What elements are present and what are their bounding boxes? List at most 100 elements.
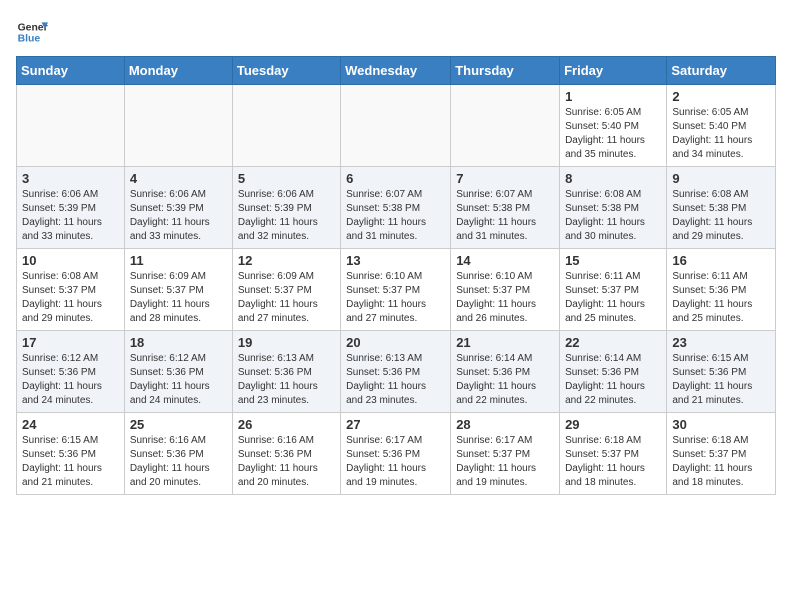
day-header-friday: Friday <box>560 57 667 85</box>
day-info: Sunrise: 6:09 AM Sunset: 5:37 PM Dayligh… <box>238 270 335 326</box>
day-number: 7 <box>456 171 554 186</box>
day-number: 12 <box>238 253 335 268</box>
calendar-cell: 16 Sunrise: 6:11 AM Sunset: 5:36 PM Dayli… <box>667 249 776 331</box>
day-number: 24 <box>22 417 119 432</box>
calendar-cell <box>124 85 232 167</box>
day-number: 15 <box>565 253 661 268</box>
calendar-header-row: SundayMondayTuesdayWednesdayThursdayFrid… <box>17 57 776 85</box>
day-info: Sunrise: 6:12 AM Sunset: 5:36 PM Dayligh… <box>130 352 227 408</box>
day-number: 3 <box>22 171 119 186</box>
day-info: Sunrise: 6:17 AM Sunset: 5:37 PM Dayligh… <box>456 434 554 490</box>
day-number: 13 <box>346 253 445 268</box>
day-info: Sunrise: 6:16 AM Sunset: 5:36 PM Dayligh… <box>238 434 335 490</box>
calendar-cell: 30 Sunrise: 6:18 AM Sunset: 5:37 PM Dayli… <box>667 413 776 495</box>
calendar-cell: 8 Sunrise: 6:08 AM Sunset: 5:38 PM Daylig… <box>560 167 667 249</box>
day-number: 23 <box>672 335 770 350</box>
calendar-cell: 23 Sunrise: 6:15 AM Sunset: 5:36 PM Dayli… <box>667 331 776 413</box>
day-info: Sunrise: 6:18 AM Sunset: 5:37 PM Dayligh… <box>565 434 661 490</box>
day-number: 11 <box>130 253 227 268</box>
day-info: Sunrise: 6:11 AM Sunset: 5:36 PM Dayligh… <box>672 270 770 326</box>
day-number: 21 <box>456 335 554 350</box>
day-info: Sunrise: 6:05 AM Sunset: 5:40 PM Dayligh… <box>672 106 770 162</box>
day-info: Sunrise: 6:13 AM Sunset: 5:36 PM Dayligh… <box>346 352 445 408</box>
calendar-cell <box>341 85 451 167</box>
day-info: Sunrise: 6:06 AM Sunset: 5:39 PM Dayligh… <box>130 188 227 244</box>
day-number: 4 <box>130 171 227 186</box>
calendar-cell: 13 Sunrise: 6:10 AM Sunset: 5:37 PM Dayli… <box>341 249 451 331</box>
day-info: Sunrise: 6:11 AM Sunset: 5:37 PM Dayligh… <box>565 270 661 326</box>
day-header-thursday: Thursday <box>451 57 560 85</box>
logo: General Blue <box>16 16 48 48</box>
calendar-cell: 18 Sunrise: 6:12 AM Sunset: 5:36 PM Dayli… <box>124 331 232 413</box>
day-info: Sunrise: 6:17 AM Sunset: 5:36 PM Dayligh… <box>346 434 445 490</box>
day-number: 10 <box>22 253 119 268</box>
day-info: Sunrise: 6:08 AM Sunset: 5:38 PM Dayligh… <box>565 188 661 244</box>
calendar-cell: 3 Sunrise: 6:06 AM Sunset: 5:39 PM Daylig… <box>17 167 125 249</box>
day-info: Sunrise: 6:12 AM Sunset: 5:36 PM Dayligh… <box>22 352 119 408</box>
calendar-cell: 6 Sunrise: 6:07 AM Sunset: 5:38 PM Daylig… <box>341 167 451 249</box>
day-number: 5 <box>238 171 335 186</box>
calendar-cell: 17 Sunrise: 6:12 AM Sunset: 5:36 PM Dayli… <box>17 331 125 413</box>
day-header-tuesday: Tuesday <box>232 57 340 85</box>
calendar-week-4: 17 Sunrise: 6:12 AM Sunset: 5:36 PM Dayli… <box>17 331 776 413</box>
day-header-sunday: Sunday <box>17 57 125 85</box>
day-info: Sunrise: 6:07 AM Sunset: 5:38 PM Dayligh… <box>346 188 445 244</box>
page-header: General Blue <box>16 16 776 48</box>
svg-text:Blue: Blue <box>18 34 41 45</box>
day-info: Sunrise: 6:05 AM Sunset: 5:40 PM Dayligh… <box>565 106 661 162</box>
day-number: 16 <box>672 253 770 268</box>
calendar-cell: 26 Sunrise: 6:16 AM Sunset: 5:36 PM Dayli… <box>232 413 340 495</box>
day-number: 30 <box>672 417 770 432</box>
calendar-cell: 28Sunrise: 6:17 AM Sunset: 5:37 PM Dayli… <box>451 413 560 495</box>
day-info: Sunrise: 6:14 AM Sunset: 5:36 PM Dayligh… <box>565 352 661 408</box>
day-header-wednesday: Wednesday <box>341 57 451 85</box>
calendar-cell: 15 Sunrise: 6:11 AM Sunset: 5:37 PM Dayli… <box>560 249 667 331</box>
day-info: Sunrise: 6:06 AM Sunset: 5:39 PM Dayligh… <box>238 188 335 244</box>
calendar-cell: 4 Sunrise: 6:06 AM Sunset: 5:39 PM Daylig… <box>124 167 232 249</box>
calendar-cell: 12 Sunrise: 6:09 AM Sunset: 5:37 PM Dayli… <box>232 249 340 331</box>
calendar-cell: 2 Sunrise: 6:05 AM Sunset: 5:40 PM Daylig… <box>667 85 776 167</box>
day-number: 6 <box>346 171 445 186</box>
day-info: Sunrise: 6:13 AM Sunset: 5:36 PM Dayligh… <box>238 352 335 408</box>
calendar-cell: 10Sunrise: 6:08 AM Sunset: 5:37 PM Dayli… <box>17 249 125 331</box>
day-number: 2 <box>672 89 770 104</box>
calendar-table: SundayMondayTuesdayWednesdayThursdayFrid… <box>16 56 776 495</box>
calendar-cell: 5 Sunrise: 6:06 AM Sunset: 5:39 PM Daylig… <box>232 167 340 249</box>
day-info: Sunrise: 6:09 AM Sunset: 5:37 PM Dayligh… <box>130 270 227 326</box>
calendar-cell: 7 Sunrise: 6:07 AM Sunset: 5:38 PM Daylig… <box>451 167 560 249</box>
calendar-cell: 24 Sunrise: 6:15 AM Sunset: 5:36 PM Dayli… <box>17 413 125 495</box>
calendar-week-1: 1 Sunrise: 6:05 AM Sunset: 5:40 PM Daylig… <box>17 85 776 167</box>
day-number: 8 <box>565 171 661 186</box>
calendar-cell: 25 Sunrise: 6:16 AM Sunset: 5:36 PM Dayli… <box>124 413 232 495</box>
day-number: 25 <box>130 417 227 432</box>
day-number: 17 <box>22 335 119 350</box>
day-number: 1 <box>565 89 661 104</box>
calendar-cell: 1 Sunrise: 6:05 AM Sunset: 5:40 PM Daylig… <box>560 85 667 167</box>
day-info: Sunrise: 6:07 AM Sunset: 5:38 PM Dayligh… <box>456 188 554 244</box>
calendar-cell: 27 Sunrise: 6:17 AM Sunset: 5:36 PM Dayli… <box>341 413 451 495</box>
day-number: 26 <box>238 417 335 432</box>
day-number: 18 <box>130 335 227 350</box>
calendar-cell <box>451 85 560 167</box>
day-header-monday: Monday <box>124 57 232 85</box>
calendar-cell: 19 Sunrise: 6:13 AM Sunset: 5:36 PM Dayli… <box>232 331 340 413</box>
day-number: 22 <box>565 335 661 350</box>
day-info: Sunrise: 6:10 AM Sunset: 5:37 PM Dayligh… <box>346 270 445 326</box>
day-info: Sunrise: 6:18 AM Sunset: 5:37 PM Dayligh… <box>672 434 770 490</box>
day-number: 29 <box>565 417 661 432</box>
calendar-cell: 29 Sunrise: 6:18 AM Sunset: 5:37 PM Dayli… <box>560 413 667 495</box>
day-info: Sunrise: 6:14 AM Sunset: 5:36 PM Dayligh… <box>456 352 554 408</box>
calendar-week-3: 10Sunrise: 6:08 AM Sunset: 5:37 PM Dayli… <box>17 249 776 331</box>
day-number: 14 <box>456 253 554 268</box>
calendar-cell: 11 Sunrise: 6:09 AM Sunset: 5:37 PM Dayli… <box>124 249 232 331</box>
day-info: Sunrise: 6:06 AM Sunset: 5:39 PM Dayligh… <box>22 188 119 244</box>
day-info: Sunrise: 6:16 AM Sunset: 5:36 PM Dayligh… <box>130 434 227 490</box>
calendar-week-2: 3 Sunrise: 6:06 AM Sunset: 5:39 PM Daylig… <box>17 167 776 249</box>
calendar-cell: 21 Sunrise: 6:14 AM Sunset: 5:36 PM Dayli… <box>451 331 560 413</box>
day-info: Sunrise: 6:15 AM Sunset: 5:36 PM Dayligh… <box>672 352 770 408</box>
day-number: 27 <box>346 417 445 432</box>
calendar-week-5: 24 Sunrise: 6:15 AM Sunset: 5:36 PM Dayli… <box>17 413 776 495</box>
day-info: Sunrise: 6:15 AM Sunset: 5:36 PM Dayligh… <box>22 434 119 490</box>
calendar-cell: 20Sunrise: 6:13 AM Sunset: 5:36 PM Dayli… <box>341 331 451 413</box>
day-number: 19 <box>238 335 335 350</box>
